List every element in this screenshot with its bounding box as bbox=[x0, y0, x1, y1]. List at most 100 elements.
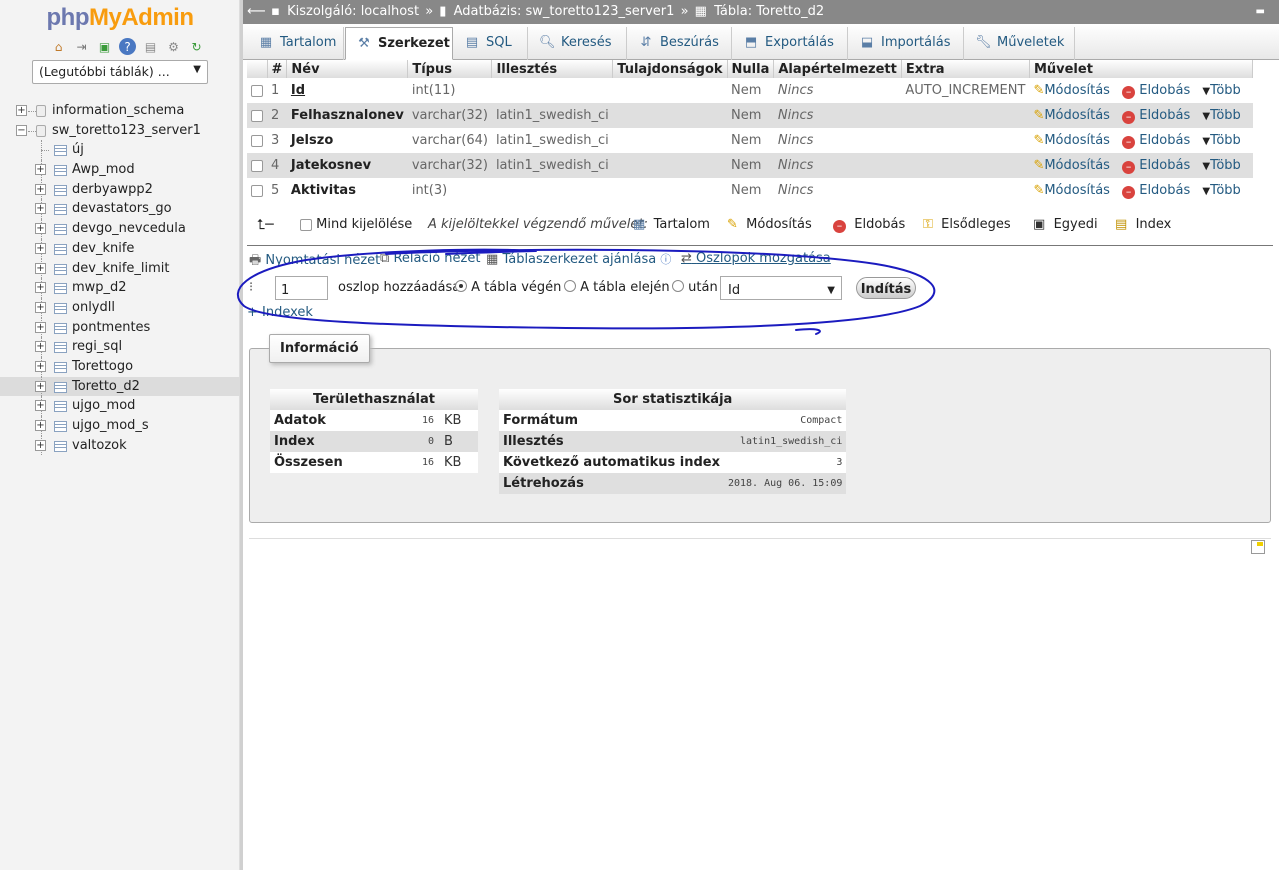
expand-icon[interactable]: + bbox=[35, 321, 46, 333]
logout-icon[interactable]: ⇥ bbox=[73, 38, 90, 55]
column-header[interactable]: Illesztés bbox=[491, 60, 614, 78]
row-checkbox[interactable] bbox=[251, 84, 263, 97]
relation-view-link[interactable]: ⧉ Reláció nézet bbox=[380, 251, 480, 266]
phpmyadmin-logo[interactable]: phpMyAdmin bbox=[0, 4, 240, 32]
bulk-primary-button[interactable]: ⚿ Elsődleges bbox=[923, 212, 1011, 238]
drop-link[interactable]: – Eldobás bbox=[1122, 83, 1190, 99]
column-header[interactable]: Alapértelmezett bbox=[773, 60, 902, 78]
tree-table-item[interactable]: + devgo_nevcedula bbox=[0, 219, 240, 239]
after-column-select[interactable]: Id ▼ bbox=[720, 276, 842, 300]
column-count-input[interactable]: 1 bbox=[275, 276, 328, 300]
tree-table-item[interactable]: + dev_knife bbox=[0, 238, 240, 259]
drop-link[interactable]: – Eldobás bbox=[1122, 183, 1190, 199]
expand-icon[interactable]: + bbox=[35, 420, 46, 431]
tree-item-label[interactable]: onlydll bbox=[72, 300, 115, 315]
go-button[interactable]: Indítás bbox=[856, 277, 916, 299]
tree-item-label[interactable]: Awp_mod bbox=[72, 162, 135, 177]
tree-item-label[interactable]: Torettogo bbox=[72, 359, 133, 374]
expand-icon[interactable]: + bbox=[35, 400, 46, 412]
tree-new-table-item[interactable]: új bbox=[0, 140, 240, 161]
expand-icon[interactable]: + bbox=[35, 360, 46, 372]
collapse-icon[interactable]: − bbox=[16, 124, 27, 136]
tree-table-item[interactable]: + dev_knife_limit bbox=[0, 258, 240, 279]
modify-link[interactable]: ✎Módosítás bbox=[1033, 108, 1110, 123]
tree-database-item[interactable]: + information_schema bbox=[0, 101, 240, 121]
breadcrumb-table[interactable]: Tábla: Toretto_d2 bbox=[714, 4, 824, 19]
column-header[interactable]: Nulla bbox=[727, 60, 775, 78]
drop-link[interactable]: – Eldobás bbox=[1122, 108, 1190, 124]
radio-selected[interactable] bbox=[455, 280, 467, 292]
tree-item-label[interactable]: devgo_nevcedula bbox=[72, 221, 186, 236]
tree-item-label[interactable]: ujgo_mod_s bbox=[72, 418, 149, 433]
radio-unselected[interactable] bbox=[672, 280, 684, 292]
modify-link[interactable]: ✎Módosítás bbox=[1033, 83, 1110, 98]
bulk-index-button[interactable]: ▤ Index bbox=[1115, 212, 1171, 238]
bulk-drop-button[interactable]: – Eldobás bbox=[833, 212, 905, 238]
tree-item-label[interactable]: devastators_go bbox=[72, 201, 172, 216]
tree-table-item[interactable]: + Toretto_d2 bbox=[0, 376, 240, 397]
tree-item-label[interactable]: új bbox=[72, 142, 84, 157]
tree-item-label[interactable]: mwp_d2 bbox=[72, 280, 127, 295]
more-dropdown[interactable]: ▼Több bbox=[1202, 108, 1240, 123]
tab-insert[interactable]: ⇵ Beszúrás bbox=[628, 27, 732, 60]
tree-table-item[interactable]: + Awp_mod bbox=[0, 160, 240, 180]
tree-item-label[interactable]: information_schema bbox=[52, 103, 184, 118]
row-checkbox[interactable] bbox=[251, 134, 263, 147]
console-icon[interactable] bbox=[1251, 540, 1265, 554]
column-header[interactable]: Tulajdonságok bbox=[612, 60, 728, 78]
bulk-unique-button[interactable]: ▣ Egyedi bbox=[1033, 212, 1098, 238]
help-icon[interactable]: ⓘ bbox=[660, 253, 671, 266]
tab-import[interactable]: ⬓ Importálás bbox=[849, 27, 964, 60]
propose-structure-link[interactable]: ▦ Táblaszerkezet ajánlása ⓘ bbox=[486, 251, 671, 267]
drop-link[interactable]: – Eldobás bbox=[1122, 158, 1190, 174]
tab-operations[interactable]: 🔧︎ Műveletek bbox=[965, 27, 1075, 60]
bulk-browse-button[interactable]: ▦ Tartalom bbox=[633, 212, 710, 238]
tree-item-label[interactable]: regi_sql bbox=[72, 339, 122, 354]
row-checkbox[interactable] bbox=[251, 184, 263, 197]
more-dropdown[interactable]: ▼Több bbox=[1202, 133, 1240, 148]
print-view-link[interactable]: 🖶︎ Nyomtatási nézet bbox=[249, 251, 380, 273]
expand-icon[interactable]: + bbox=[35, 242, 46, 254]
expand-icon[interactable]: + bbox=[16, 105, 27, 116]
modify-link[interactable]: ✎Módosítás bbox=[1033, 183, 1110, 198]
position-after-label[interactable]: után bbox=[688, 280, 718, 295]
modify-link[interactable]: ✎Módosítás bbox=[1033, 158, 1110, 173]
tree-table-item[interactable]: + devastators_go bbox=[0, 199, 240, 220]
tree-table-item[interactable]: + ujgo_mod bbox=[0, 396, 240, 416]
tree-table-item[interactable]: + derbyawpp2 bbox=[0, 179, 240, 200]
tree-item-label[interactable]: Toretto_d2 bbox=[72, 379, 140, 394]
tree-table-item[interactable]: + ujgo_mod_s bbox=[0, 416, 240, 436]
check-all-label[interactable]: Mind kijelölése bbox=[316, 217, 412, 232]
breadcrumb-database[interactable]: Adatbázis: sw_toretto123_server1 bbox=[454, 4, 675, 19]
tree-item-label[interactable]: ujgo_mod bbox=[72, 398, 135, 413]
position-end-radio[interactable]: A tábla végén bbox=[455, 276, 561, 300]
expand-icon[interactable]: + bbox=[35, 183, 46, 195]
column-header[interactable]: Típus bbox=[407, 60, 493, 78]
tab-sql[interactable]: ▤ SQL bbox=[454, 27, 528, 60]
recent-tables-select[interactable]: (Legutóbbi táblák) ... ▼ bbox=[32, 60, 208, 84]
row-checkbox[interactable] bbox=[251, 109, 263, 122]
breadcrumb-server[interactable]: Kiszolgáló: localhost bbox=[287, 4, 419, 19]
tree-item-label[interactable]: dev_knife bbox=[72, 241, 134, 256]
menu-toggle-icon[interactable]: ▬ bbox=[1256, 0, 1265, 24]
tree-item-label[interactable]: pontmentes bbox=[72, 320, 150, 335]
tree-table-item[interactable]: + pontmentes bbox=[0, 317, 240, 338]
expand-icon[interactable]: + bbox=[35, 439, 46, 451]
query-window-icon[interactable]: ▣ bbox=[96, 38, 113, 55]
position-end-label[interactable]: A tábla végén bbox=[471, 280, 561, 295]
expand-icon[interactable]: + bbox=[35, 282, 46, 294]
tab-export[interactable]: ⬒ Exportálás bbox=[733, 27, 848, 60]
position-beginning-label[interactable]: A tábla elején bbox=[580, 280, 670, 295]
column-header[interactable]: Extra bbox=[901, 60, 1030, 78]
collapse-nav-icon[interactable]: ⟵ bbox=[247, 0, 267, 24]
radio-unselected[interactable] bbox=[564, 280, 576, 292]
check-all-checkbox[interactable] bbox=[300, 218, 312, 231]
move-columns-link[interactable]: ⇄ Oszlopok mozgatása bbox=[681, 251, 831, 266]
column-header[interactable]: Név bbox=[286, 60, 409, 78]
tree-table-item[interactable]: + mwp_d2 bbox=[0, 278, 240, 298]
settings-icon[interactable]: ⚙ bbox=[165, 38, 182, 55]
row-checkbox[interactable] bbox=[251, 159, 263, 172]
position-after-radio[interactable]: után bbox=[672, 276, 718, 300]
tree-item-label[interactable]: valtozok bbox=[72, 438, 127, 453]
help-icon[interactable]: ? bbox=[119, 38, 136, 55]
